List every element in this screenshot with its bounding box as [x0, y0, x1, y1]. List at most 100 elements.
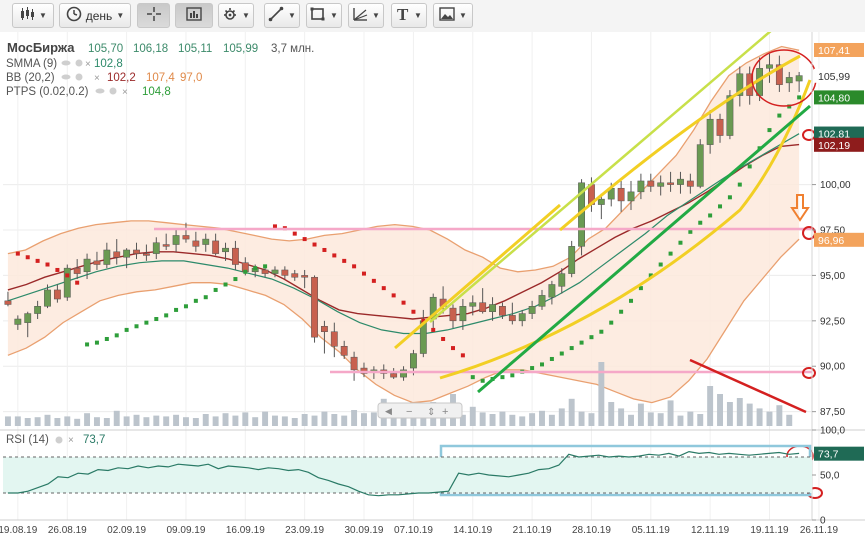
close-icon[interactable]: ×: [122, 87, 128, 98]
price-tick-label: 100,00: [820, 180, 851, 191]
scroll-handle-icon[interactable]: ⇕: [427, 407, 435, 418]
eye-icon[interactable]: [61, 74, 71, 80]
volume-bar: [242, 412, 249, 426]
candle-body: [44, 289, 51, 307]
line-tool-button[interactable]: ▼: [264, 3, 300, 28]
fibonacci-tool-button[interactable]: ▼: [348, 3, 384, 28]
indicators-panel-button[interactable]: [175, 3, 213, 28]
scroll-control[interactable]: ◀ − ⇕ +: [377, 402, 463, 419]
sar-dot: [292, 231, 297, 236]
smma-value: 102,8: [94, 58, 123, 70]
candle-body: [538, 295, 546, 307]
volume-bar: [14, 416, 21, 426]
period-label: день: [85, 8, 113, 23]
sar-dot: [540, 362, 545, 367]
volume-bar: [697, 414, 704, 426]
candle-body: [350, 356, 358, 371]
volume-bar: [776, 405, 783, 426]
close-icon[interactable]: ×: [94, 73, 100, 84]
volume-bar: [192, 418, 199, 426]
date-tick-label: 14.10.19: [453, 525, 492, 536]
sar-dot: [85, 342, 90, 347]
candle-body: [508, 315, 516, 322]
date-tick-label: 19.11.19: [750, 525, 789, 536]
chart-toolbar: ▼ день ▼ ▼ ▼ ▼ ▼ T ▼ ▼: [0, 0, 865, 33]
sar-dot: [371, 278, 376, 283]
candle-body: [390, 373, 398, 378]
gear-icon[interactable]: [109, 87, 117, 95]
volume-bar: [529, 413, 536, 426]
candle-body: [83, 258, 91, 273]
candle-body: [162, 244, 170, 247]
bb-lower-value: 97,0: [180, 72, 202, 84]
image-tool-button[interactable]: ▼: [433, 3, 473, 28]
volume-bar: [232, 415, 239, 426]
volume-bar: [291, 418, 298, 426]
volume-bar: [74, 418, 81, 426]
sar-dot: [381, 286, 386, 291]
scroll-left-icon[interactable]: ◀: [385, 406, 392, 416]
volume-bar: [173, 414, 180, 426]
chevron-down-icon: ▼: [288, 11, 296, 20]
settings-button[interactable]: ▼: [218, 3, 254, 28]
chevron-down-icon: ▼: [459, 11, 467, 20]
sar-dot: [25, 255, 30, 260]
bb-upper-value: 107,4: [146, 72, 175, 84]
candle-body: [469, 302, 477, 307]
eye-icon[interactable]: [95, 88, 105, 94]
candle-body: [597, 198, 605, 205]
candle-body: [212, 240, 220, 254]
volume-bar: [361, 413, 367, 426]
candle-body: [528, 306, 536, 314]
candle-body: [499, 306, 506, 316]
sar-dot: [164, 313, 169, 318]
gear-icon[interactable]: [55, 436, 63, 444]
volume-bar: [628, 414, 634, 426]
candle-body: [706, 118, 714, 145]
chart-window-icon: [186, 7, 202, 24]
sar-dot: [183, 304, 188, 309]
eye-icon[interactable]: [61, 60, 71, 66]
sar-dot: [510, 373, 515, 378]
candle-body: [716, 118, 724, 136]
volume-bar: [568, 398, 575, 426]
candle-body: [73, 267, 81, 274]
volume-bar: [321, 411, 328, 426]
sar-dot: [302, 237, 307, 242]
candle-body: [518, 313, 526, 322]
sar-dot: [114, 333, 119, 338]
candle-body: [142, 253, 150, 256]
candle-body: [558, 273, 566, 287]
sar-dot: [124, 327, 129, 332]
volume-bar: [64, 416, 71, 426]
shape-tool-button[interactable]: ▼: [306, 3, 342, 28]
volume-bar: [103, 418, 110, 426]
sar-dot: [411, 309, 416, 314]
sar-dot: [75, 280, 80, 285]
close-icon[interactable]: ×: [85, 59, 91, 70]
volume-bar: [113, 410, 120, 426]
zoom-in-icon[interactable]: +: [442, 406, 448, 418]
chevron-down-icon: ▼: [116, 11, 125, 20]
period-select[interactable]: день ▼: [59, 3, 131, 28]
crosshair-button[interactable]: [137, 3, 170, 28]
zoom-out-icon[interactable]: −: [406, 406, 412, 418]
crosshair-icon: [146, 6, 162, 25]
close-icon[interactable]: ×: [68, 435, 74, 446]
sar-dot: [361, 271, 366, 276]
volume-bar: [351, 410, 358, 426]
text-icon: T: [396, 5, 410, 25]
gear-icon[interactable]: [75, 59, 83, 67]
stock-chart[interactable]: МосБиржа 105,70 106,18 105,11 105,99 3,7…: [0, 32, 865, 538]
candle-body: [489, 304, 496, 312]
text-tool-button[interactable]: T ▼: [391, 3, 427, 28]
volume-bar: [182, 417, 189, 426]
open-value: 105,70: [88, 43, 123, 55]
candle-body: [548, 284, 556, 298]
rsi-tick-label: 0: [820, 516, 826, 527]
chart-type-button[interactable]: ▼: [12, 3, 54, 28]
gear-icon[interactable]: [75, 73, 83, 81]
volume-bar: [677, 415, 684, 426]
candle-body: [637, 180, 645, 193]
trendline-icon: [268, 6, 284, 25]
